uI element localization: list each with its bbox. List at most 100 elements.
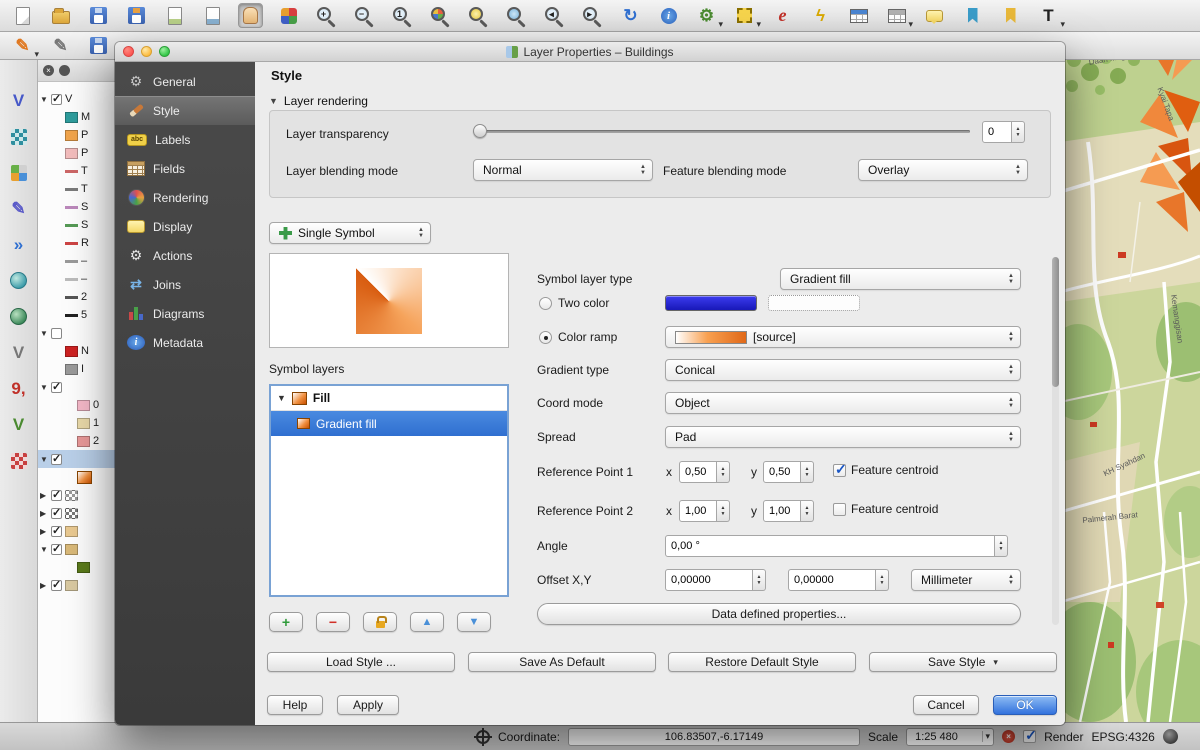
tab-actions[interactable]: ⚙ Actions — [115, 241, 255, 270]
layer-row[interactable]: T — [38, 162, 115, 180]
layer-row[interactable]: ▼ — [38, 324, 115, 342]
panel-options-icon[interactable] — [59, 65, 70, 76]
layer-row[interactable]: S — [38, 216, 115, 234]
color-ramp-select[interactable]: [source] — [665, 326, 1021, 348]
tab-metadata[interactable]: i Metadata — [115, 328, 255, 357]
expand-arrow-icon[interactable]: ▶ — [40, 509, 48, 518]
remove-symbol-layer-button[interactable]: − — [316, 612, 350, 632]
map-canvas[interactable]: Daan Mogot Kyai Tapa Kemanggisan KH Syah… — [1060, 42, 1200, 722]
layer-row[interactable]: ▼ — [38, 378, 115, 396]
layer-visibility-checkbox[interactable] — [51, 94, 62, 105]
map-tips-icon[interactable] — [922, 3, 947, 28]
zoom-to-layer-icon[interactable] — [504, 3, 529, 28]
stepper-icon[interactable] — [753, 569, 766, 591]
expand-arrow-icon[interactable]: ▶ — [40, 527, 48, 536]
new-composer-icon[interactable] — [162, 3, 187, 28]
zoom-last-icon[interactable]: ◂ — [542, 3, 567, 28]
dialog-titlebar[interactable]: Layer Properties – Buildings — [115, 42, 1065, 62]
lock-color-button[interactable] — [363, 612, 397, 632]
ref1-centroid-checkbox[interactable] — [833, 464, 846, 477]
layer-visibility-checkbox[interactable] — [51, 328, 62, 339]
color2-swatch-button[interactable] — [768, 295, 860, 311]
layer-row[interactable]: ▶ — [38, 504, 115, 522]
feature-action-icon[interactable]: ⚙ — [694, 3, 719, 28]
close-button[interactable] — [123, 46, 134, 57]
stepper-icon[interactable] — [801, 500, 814, 522]
transparency-spin[interactable]: 0 — [982, 121, 1025, 143]
save-edits-icon[interactable] — [86, 33, 111, 58]
expand-arrow-icon[interactable]: ▼ — [40, 329, 48, 338]
layer-row[interactable]: N — [38, 342, 115, 360]
layer-row[interactable]: ▼ — [38, 450, 115, 468]
show-bookmarks-icon[interactable] — [998, 3, 1023, 28]
minimize-button[interactable] — [141, 46, 152, 57]
layer-row[interactable] — [38, 468, 115, 486]
ref2-x-value[interactable]: 1,00 — [679, 500, 717, 522]
layer-row[interactable] — [38, 558, 115, 576]
new-shapefile-icon[interactable]: V — [6, 412, 31, 437]
deselect-features-icon[interactable]: e — [770, 3, 795, 28]
ref1-y-value[interactable]: 0,50 — [763, 461, 801, 483]
layer-row[interactable]: ▶ — [38, 486, 115, 504]
tab-style[interactable]: Style — [115, 96, 255, 125]
coordinate-input[interactable]: 106.83507,-6.17149 — [568, 728, 860, 746]
layer-row[interactable]: P — [38, 144, 115, 162]
zoom-full-icon[interactable] — [428, 3, 453, 28]
add-wfs-layer-icon[interactable]: V — [6, 340, 31, 365]
renderer-select[interactable]: Single Symbol — [269, 222, 431, 244]
layer-row[interactable]: – — [38, 252, 115, 270]
spread-select[interactable]: Pad — [665, 426, 1021, 448]
stepper-icon[interactable] — [1012, 121, 1025, 143]
zoom-out-icon[interactable]: − — [352, 3, 377, 28]
ref2-centroid-checkbox[interactable] — [833, 503, 846, 516]
layer-visibility-checkbox[interactable] — [51, 580, 62, 591]
slider-thumb[interactable] — [473, 124, 487, 138]
layer-row[interactable]: T — [38, 180, 115, 198]
angle-value[interactable]: 0,00 ° — [665, 535, 995, 557]
color1-swatch-button[interactable] — [665, 295, 757, 311]
layer-row[interactable]: ▼ — [38, 540, 115, 558]
tab-fields[interactable]: Fields — [115, 154, 255, 183]
refresh-icon[interactable]: ↻ — [618, 3, 643, 28]
tab-diagrams[interactable]: Diagrams — [115, 299, 255, 328]
layer-row[interactable]: ▼ V — [38, 90, 115, 108]
zoom-to-selection-icon[interactable] — [466, 3, 491, 28]
save-style-button[interactable]: Save Style▾ — [869, 652, 1057, 672]
layer-visibility-checkbox[interactable] — [51, 454, 62, 465]
zoom-window-button[interactable] — [159, 46, 170, 57]
tab-labels[interactable]: abc Labels — [115, 125, 255, 154]
transparency-value[interactable]: 0 — [982, 121, 1012, 143]
layer-row[interactable]: – — [38, 270, 115, 288]
scale-combo[interactable]: 1:25 480 ▾ — [906, 728, 994, 746]
layer-row[interactable]: ▶ — [38, 522, 115, 540]
layer-row[interactable]: S — [38, 198, 115, 216]
layer-visibility-checkbox[interactable] — [51, 544, 62, 555]
current-edits-icon[interactable]: ✎ — [10, 33, 35, 58]
layer-rendering-toggle[interactable]: ▼ Layer rendering — [269, 94, 368, 108]
ref1-y-spin[interactable]: 0,50 — [763, 461, 814, 483]
layer-visibility-checkbox[interactable] — [51, 382, 62, 393]
toggle-editing-icon[interactable]: ✎ — [48, 33, 73, 58]
data-defined-properties-button[interactable]: Data defined properties... — [537, 603, 1021, 625]
offset-x-value[interactable]: 0,00000 — [665, 569, 753, 591]
stepper-icon[interactable] — [801, 461, 814, 483]
save-project-icon[interactable] — [86, 3, 111, 28]
move-down-button[interactable]: ▼ — [457, 612, 491, 632]
offset-y-value[interactable]: 0,00000 — [788, 569, 876, 591]
add-wms-layer-icon[interactable] — [6, 268, 31, 293]
open-project-icon[interactable] — [48, 3, 73, 28]
tab-rendering[interactable]: Rendering — [115, 183, 255, 212]
scrollbar-thumb[interactable] — [1052, 257, 1059, 387]
gradient-type-select[interactable]: Conical — [665, 359, 1021, 381]
stop-rendering-icon[interactable]: × — [1002, 730, 1015, 743]
offset-y-spin[interactable]: 0,00000 — [788, 569, 889, 591]
stepper-icon[interactable] — [876, 569, 889, 591]
layer-visibility-checkbox[interactable] — [51, 490, 62, 501]
ref1-x-spin[interactable]: 0,50 — [679, 461, 730, 483]
expand-arrow-icon[interactable]: ▶ — [40, 581, 48, 590]
coord-mode-select[interactable]: Object — [665, 392, 1021, 414]
crs-status-icon[interactable] — [1163, 729, 1178, 744]
add-postgis-layer-icon[interactable] — [6, 160, 31, 185]
add-vector-layer-icon[interactable]: V — [6, 88, 31, 113]
ok-button[interactable]: OK — [993, 695, 1057, 715]
